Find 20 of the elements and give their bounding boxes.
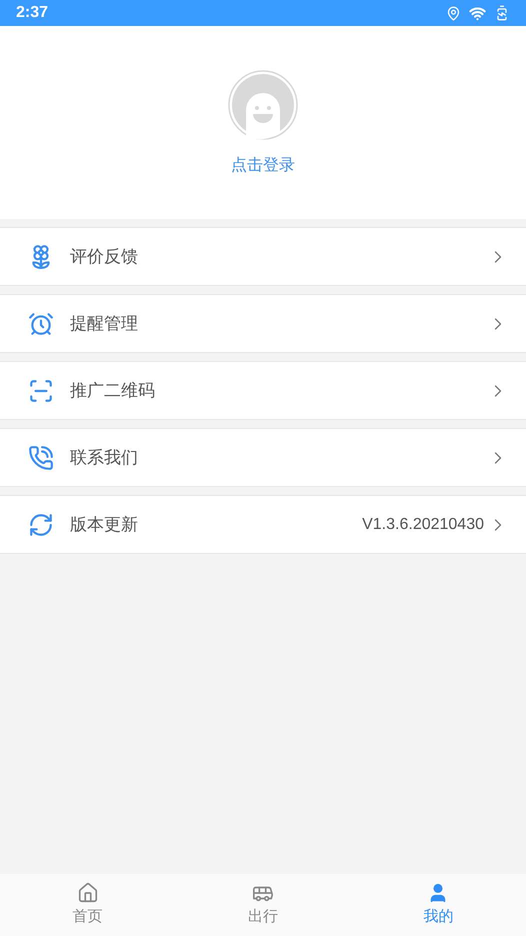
avatar-icon[interactable] [228, 70, 298, 140]
version-value: V1.3.6.20210430 [362, 514, 484, 534]
wifi-icon [469, 4, 486, 22]
phone-icon [28, 444, 54, 470]
scan-icon [28, 378, 54, 404]
menu-label: 评价反馈 [70, 246, 138, 268]
menu-row[interactable]: 评价反馈 [0, 227, 526, 286]
status-time: 2:37 [16, 3, 48, 23]
alarm-clock-icon [28, 310, 54, 336]
menu-label: 推广二维码 [70, 380, 155, 402]
location-icon [446, 6, 461, 20]
refresh-icon [28, 512, 54, 538]
menu-label: 提醒管理 [70, 312, 138, 335]
menu-row[interactable]: 联系我们 [0, 428, 526, 487]
menu-row[interactable]: 提醒管理 [0, 294, 526, 353]
menu-row[interactable]: 版本更新 V1.3.6.20210430 [0, 495, 526, 554]
home-icon [76, 882, 99, 904]
menu-row[interactable]: 推广二维码 [0, 361, 526, 420]
menu-label: 联系我们 [70, 446, 138, 469]
menu-label: 版本更新 [70, 514, 138, 536]
